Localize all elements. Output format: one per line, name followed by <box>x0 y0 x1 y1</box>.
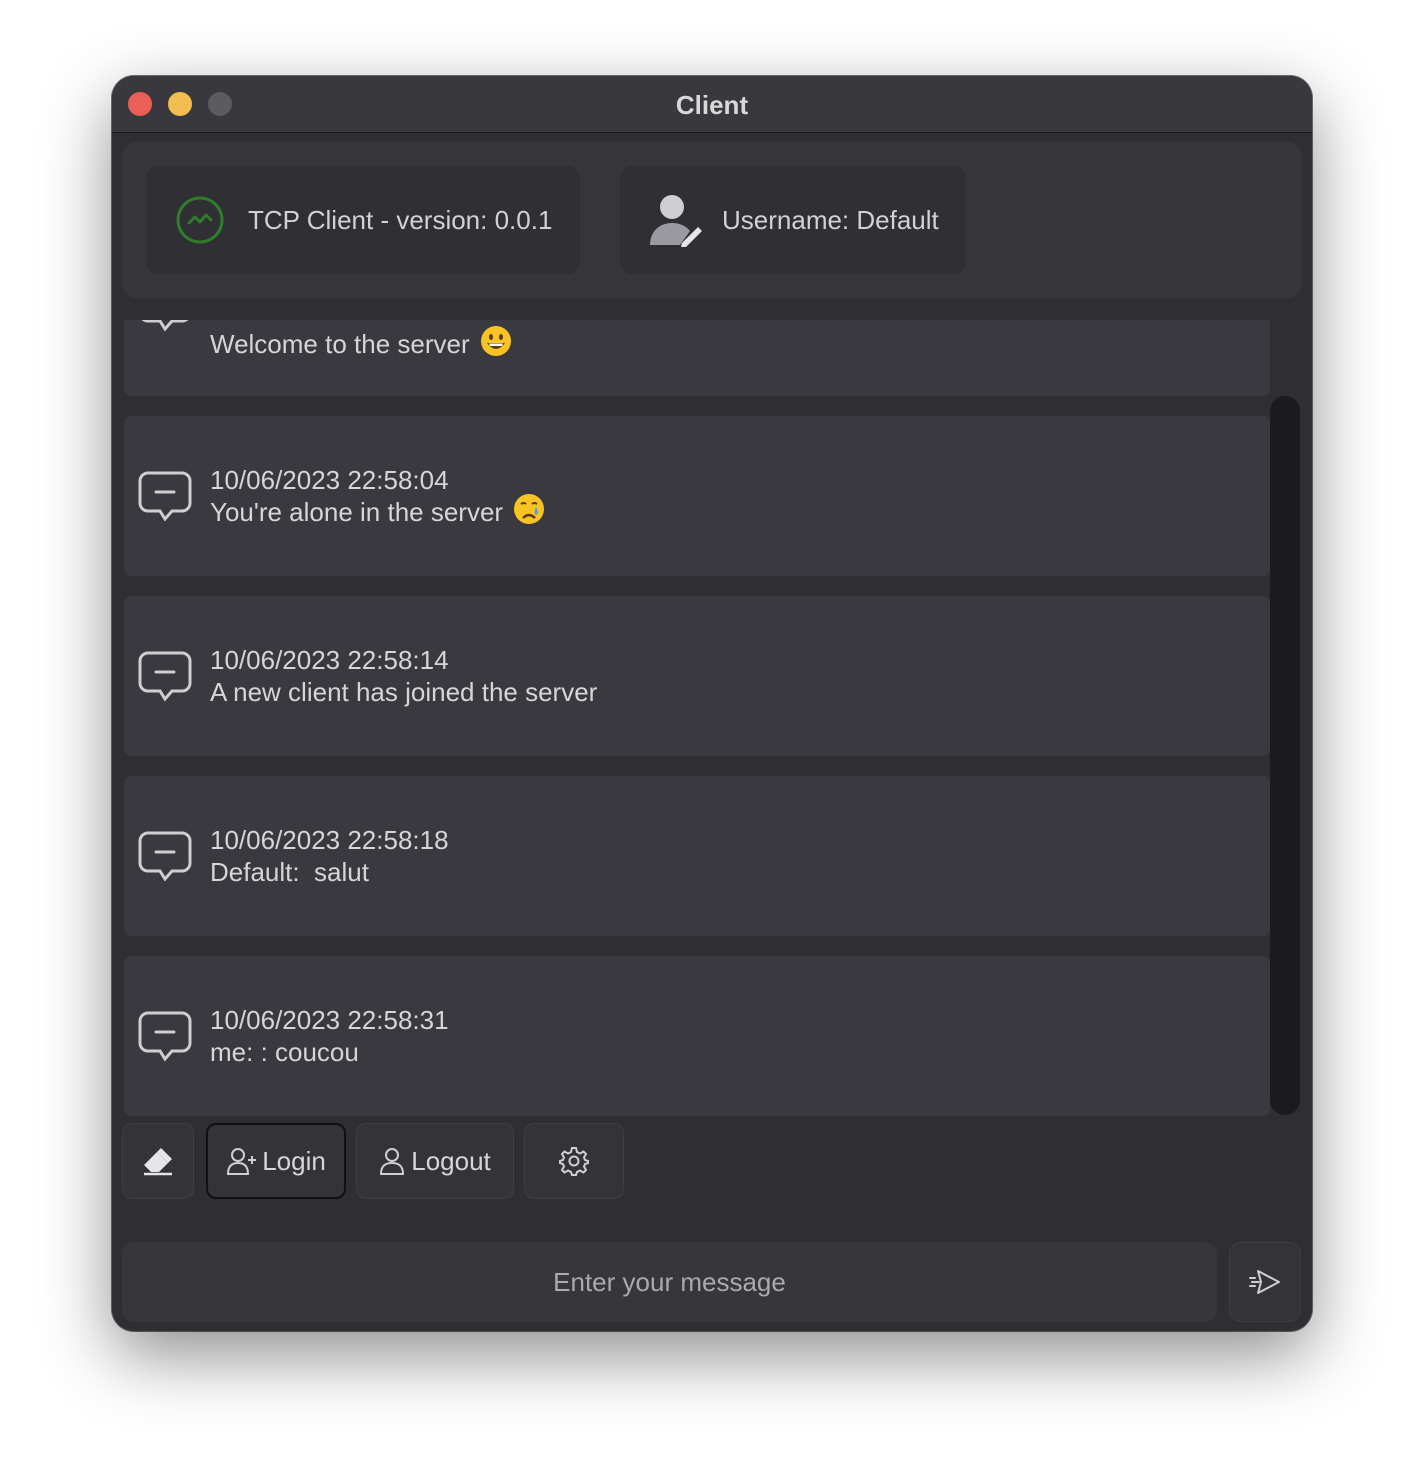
message-list-scrollbar[interactable] <box>1270 396 1300 1115</box>
message-list[interactable]: Welcome to the server 10/06/2023 22:58:0… <box>124 320 1300 1116</box>
message-bubble-icon <box>138 470 192 522</box>
message-item: 10/06/2023 22:58:18 Default: salut <box>124 776 1270 936</box>
login-button[interactable]: Login <box>206 1123 346 1199</box>
message-bubble-icon <box>138 650 192 702</box>
username-card: Username: Default <box>620 166 966 274</box>
username-label: Username: Default <box>722 204 939 235</box>
message-item: 10/06/2023 22:58:04 You're alone in the … <box>124 416 1270 576</box>
crying-face-icon <box>513 493 545 532</box>
message-item: 10/06/2023 22:58:31 me: : coucou <box>124 956 1270 1116</box>
title-bar: Client <box>112 76 1312 133</box>
activity-icon <box>174 194 226 246</box>
version-label: TCP Client - version: 0.0.1 <box>248 204 553 235</box>
message-item: 10/06/2023 22:58:14 A new client has joi… <box>124 596 1270 756</box>
message-item: Welcome to the server <box>124 320 1270 396</box>
user-icon <box>379 1146 405 1176</box>
message-timestamp: 10/06/2023 22:58:14 <box>210 645 449 675</box>
send-button[interactable] <box>1229 1242 1301 1322</box>
message-input[interactable] <box>122 1265 1217 1299</box>
message-bubble-icon <box>138 1010 192 1062</box>
logout-button[interactable]: Logout <box>356 1123 514 1199</box>
logout-label: Logout <box>411 1145 491 1176</box>
user-edit-icon <box>648 193 702 247</box>
message-timestamp: 10/06/2023 22:58:18 <box>210 825 449 855</box>
message-text: A new client has joined the server <box>210 677 598 707</box>
message-bubble-icon <box>138 320 192 332</box>
clear-button[interactable] <box>122 1123 194 1199</box>
grinning-face-icon <box>480 325 512 364</box>
message-text: Welcome to the server <box>210 329 470 359</box>
header-panel: TCP Client - version: 0.0.1 Username: De… <box>122 142 1302 298</box>
send-icon <box>1248 1267 1282 1297</box>
message-text: Default: salut <box>210 857 369 887</box>
gear-icon <box>559 1146 589 1176</box>
message-timestamp: 10/06/2023 22:58:04 <box>210 465 449 495</box>
message-bubble-icon <box>138 830 192 882</box>
client-window: Client TCP Client - version: 0.0.1 Usern… <box>112 76 1312 1331</box>
eraser-icon <box>141 1146 175 1176</box>
message-text: You're alone in the server <box>210 497 504 527</box>
login-label: Login <box>262 1145 326 1176</box>
message-text: me: : coucou <box>210 1037 359 1067</box>
message-input-container <box>122 1242 1217 1322</box>
settings-button[interactable] <box>524 1123 624 1199</box>
version-card: TCP Client - version: 0.0.1 <box>146 166 580 274</box>
user-add-icon <box>226 1146 257 1176</box>
window-title: Client <box>675 90 749 120</box>
message-timestamp: 10/06/2023 22:58:31 <box>210 1005 449 1035</box>
